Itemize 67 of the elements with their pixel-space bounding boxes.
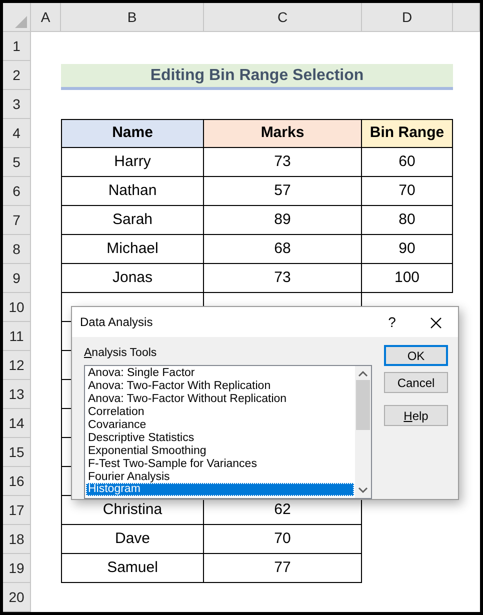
table-cell: Michael [61, 235, 204, 264]
table-cell: 90 [362, 235, 453, 264]
list-item[interactable]: F-Test Two-Sample for Variances [86, 458, 354, 470]
table-cell: Samuel [61, 554, 204, 583]
row-header[interactable]: 8 [3, 235, 31, 264]
row-header[interactable]: 18 [3, 525, 31, 554]
tool-list[interactable] [84, 365, 372, 500]
table-cell: 68 [204, 235, 362, 264]
row-header[interactable]: 14 [3, 409, 31, 438]
row-header[interactable]: 3 [3, 90, 31, 119]
table-cell: Dave [61, 525, 204, 554]
table-cell: Nathan [61, 177, 204, 206]
list-item[interactable]: Correlation [86, 406, 354, 419]
table-cell: 70 [204, 525, 362, 554]
close-icon[interactable] [430, 317, 442, 330]
table-cell: Sarah [61, 206, 204, 235]
dialog-title: Data Analysis [80, 314, 154, 331]
row-header[interactable]: 5 [3, 148, 31, 177]
list-item[interactable]: Covariance [86, 418, 354, 432]
table-cell: Harry [61, 148, 204, 177]
dialog-button[interactable]: Cancel [384, 372, 448, 393]
list-item[interactable]: Fourier Analysis [86, 470, 354, 484]
row-header[interactable]: 13 [3, 380, 31, 409]
column-header[interactable]: C [204, 3, 362, 32]
table-cell: 100 [362, 264, 453, 293]
list-item[interactable]: Exponential Smoothing [86, 444, 354, 458]
list-item[interactable]: Descriptive Statistics [86, 432, 354, 445]
row-header[interactable]: 20 [3, 583, 31, 612]
table-cell: 77 [204, 554, 362, 583]
table-header-cell: Marks [204, 119, 362, 148]
table-cell: 60 [362, 148, 453, 177]
table-cell: 89 [204, 206, 362, 235]
table-cell: 73 [204, 148, 362, 177]
column-header[interactable]: D [362, 3, 453, 32]
table-header-cell: Bin Range [362, 119, 453, 148]
row-header[interactable]: 10 [3, 293, 31, 322]
row-header[interactable]: 1 [3, 32, 31, 61]
row-header[interactable]: 15 [3, 438, 31, 467]
table-cell: 70 [362, 177, 453, 206]
scrollbar[interactable] [355, 366, 371, 498]
row-header[interactable]: 19 [3, 554, 31, 583]
row-header[interactable]: 2 [3, 61, 31, 90]
list-item[interactable]: Anova: Two-Factor With Replication [86, 380, 354, 394]
sheet-title: Editing Bin Range Selection [61, 64, 453, 90]
row-header[interactable]: 9 [3, 264, 31, 293]
list-label: Analysis Tools [84, 346, 158, 361]
table-header-cell: Name [61, 119, 204, 148]
help-button[interactable]: ? [370, 307, 414, 337]
table-cell: 80 [362, 206, 453, 235]
table-cell: Jonas [61, 264, 204, 293]
row-header[interactable]: 7 [3, 206, 31, 235]
list-item[interactable]: Histogram [86, 483, 354, 496]
table-cell: 57 [204, 177, 362, 206]
table-cell: 73 [204, 264, 362, 293]
list-item[interactable]: Anova: Two-Factor Without Replication [86, 393, 354, 406]
dialog-button[interactable]: OK [384, 345, 448, 366]
row-header[interactable]: 4 [3, 119, 31, 148]
row-header[interactable]: 11 [3, 322, 31, 351]
row-header[interactable]: 6 [3, 177, 31, 206]
column-header[interactable]: B [61, 3, 204, 32]
dialog-button[interactable]: Help [384, 405, 448, 426]
row-header[interactable]: 17 [3, 496, 31, 525]
row-header[interactable]: 16 [3, 467, 31, 496]
list-item[interactable]: Anova: Single Factor [86, 367, 354, 380]
row-header[interactable]: 12 [3, 351, 31, 380]
scroll-thumb[interactable] [356, 380, 370, 430]
column-header[interactable]: A [31, 3, 61, 32]
